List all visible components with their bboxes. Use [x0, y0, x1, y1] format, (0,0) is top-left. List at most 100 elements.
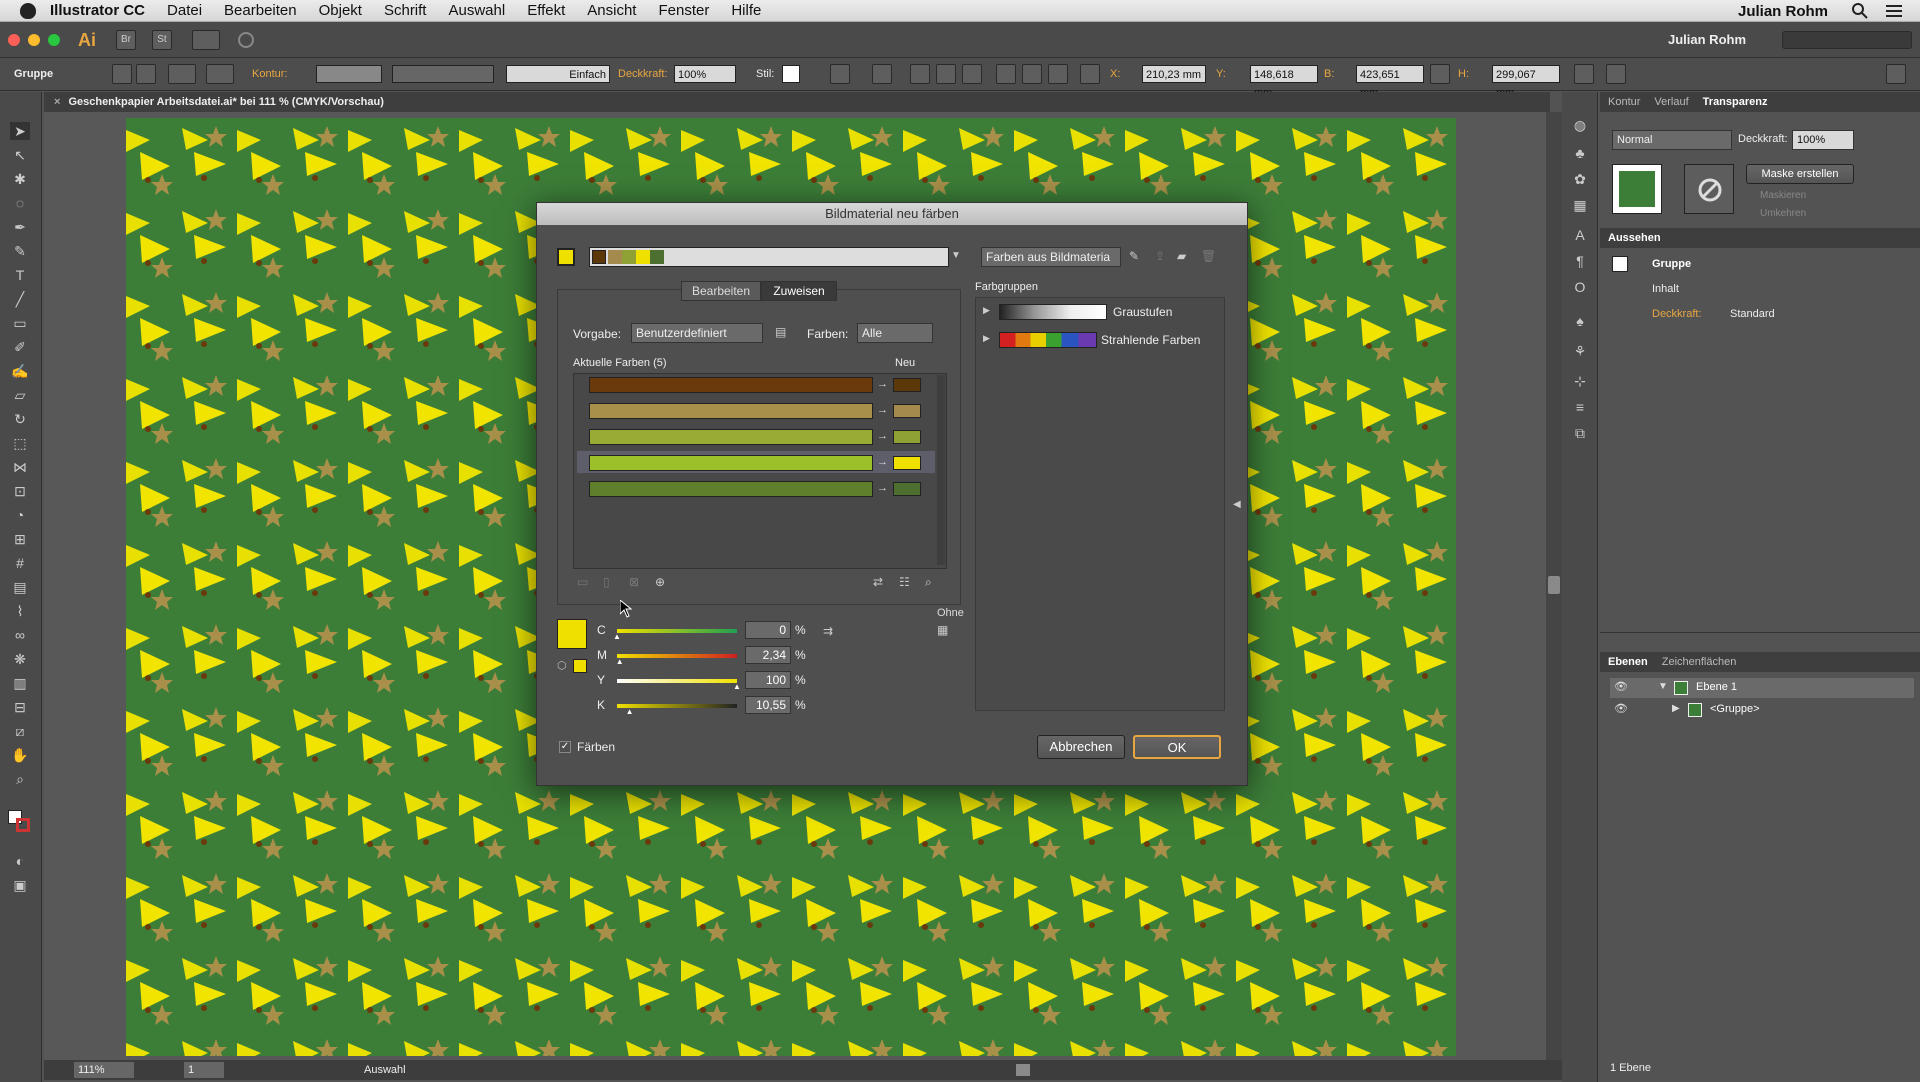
preset-options-icon[interactable]: ▤ [775, 325, 786, 339]
delete-icon[interactable]: 🗑 [1201, 249, 1216, 263]
globe-icon[interactable] [830, 64, 850, 84]
workspace-layout-button[interactable] [192, 30, 220, 50]
recolor-art-button[interactable] [136, 64, 156, 84]
reference-point-icon[interactable] [1080, 64, 1100, 84]
eraser-tool-icon[interactable]: ▱ [10, 386, 30, 404]
variable-width-select[interactable] [392, 65, 494, 83]
layer-expand-icon[interactable]: ▼ [1658, 681, 1668, 692]
scale-tool-icon[interactable]: ⬚ [10, 434, 30, 452]
symbols-panel-icon[interactable]: ✿ [1570, 170, 1590, 188]
zoom-tool-icon[interactable]: ⌕ [10, 770, 30, 788]
opentype-panel-icon[interactable]: O [1570, 278, 1590, 296]
make-mask-button[interactable]: Maske erstellen [1746, 164, 1854, 184]
fill-swatch[interactable] [168, 64, 196, 84]
colors-count-select[interactable]: Alle [857, 323, 933, 343]
arrange-icon[interactable] [1606, 64, 1626, 84]
tab-transparenz[interactable]: Transparenz [1703, 92, 1768, 112]
isolate-button[interactable] [112, 64, 132, 84]
new-color-swatch[interactable] [893, 482, 921, 496]
paintbrush-tool-icon[interactable]: ✐ [10, 338, 30, 356]
appearance-opacity-label[interactable]: Deckkraft: [1652, 308, 1702, 320]
vertical-scroll-thumb[interactable] [1548, 576, 1560, 594]
exclude-colors-icon[interactable]: ⊠ [629, 575, 639, 589]
menu-objekt[interactable]: Objekt [319, 2, 362, 19]
randomize-saturation-icon[interactable]: ☷ [899, 575, 910, 589]
new-group-folder-icon[interactable]: ▰ [1177, 249, 1186, 263]
horizontal-scroll-thumb[interactable] [1016, 1064, 1030, 1076]
character-panel-icon[interactable]: A [1570, 226, 1590, 244]
slider-thumb[interactable]: ▲ [616, 657, 624, 666]
blend-tool-icon[interactable]: ∞ [10, 626, 30, 644]
eyedropper-tool-icon[interactable]: ⌇ [10, 602, 30, 620]
rotate-tool-icon[interactable]: ↻ [10, 410, 30, 428]
stock-button[interactable]: St [152, 30, 172, 50]
menu-app[interactable]: Illustrator CC [50, 2, 145, 19]
hand-tool-icon[interactable]: ✋ [10, 746, 30, 764]
current-color-bar[interactable] [589, 455, 873, 471]
gpu-icon[interactable] [238, 32, 254, 48]
height-input[interactable]: 299,067 mm [1492, 65, 1560, 99]
symbol-sprayer-tool-icon[interactable]: ❋ [10, 650, 30, 668]
align-left-icon[interactable] [910, 64, 930, 84]
align-middle-icon[interactable] [1022, 64, 1042, 84]
apple-icon[interactable] [20, 2, 36, 19]
sublayer-expand-icon[interactable]: ▶ [1672, 703, 1680, 714]
blob-brush-tool-icon[interactable]: ✍ [10, 362, 30, 380]
expand-arrow-icon[interactable]: ▶ [983, 305, 990, 316]
artboard-tool-icon[interactable]: ⊟ [10, 698, 30, 716]
align-right-icon[interactable] [962, 64, 982, 84]
slider-thumb[interactable]: ▲ [733, 682, 741, 691]
list-icon[interactable] [1886, 4, 1902, 18]
tab-verlauf[interactable]: Verlauf [1654, 92, 1688, 112]
vertical-scrollbar[interactable] [1546, 112, 1562, 1060]
current-color-bar[interactable] [589, 403, 873, 419]
cmyk-value-input[interactable]: 0 [745, 621, 791, 639]
width-input[interactable]: 423,651 mm [1356, 65, 1424, 99]
status-tool[interactable]: Auswahl [364, 1060, 406, 1080]
artboard-number-select[interactable]: 1 [184, 1062, 224, 1078]
tab-kontur[interactable]: Kontur [1608, 92, 1640, 112]
find-color-icon[interactable]: ⌕ [925, 575, 932, 590]
stroke-color-icon[interactable] [16, 818, 30, 832]
cmyk-slider[interactable] [617, 654, 737, 658]
visibility-eye-icon[interactable]: 👁 [1614, 702, 1628, 715]
preset-select[interactable]: Benutzerdefiniert [631, 323, 763, 343]
title-user[interactable]: Julian Rohm [1668, 32, 1746, 47]
spotlight-icon[interactable] [1852, 3, 1868, 19]
direct-selection-tool-icon[interactable]: ↖ [10, 146, 30, 164]
sublayer-name[interactable]: <Gruppe> [1710, 703, 1760, 715]
align-top-icon[interactable] [996, 64, 1016, 84]
magic-wand-tool-icon[interactable]: ✱ [10, 170, 30, 188]
libraries-panel-icon[interactable]: ⚘ [1570, 342, 1590, 360]
screen-mode-icon[interactable]: ▣ [10, 876, 30, 894]
appearance-group[interactable]: Gruppe [1652, 258, 1691, 270]
out-of-gamut-swatch[interactable] [573, 659, 587, 673]
link-proportions-icon[interactable] [1430, 64, 1450, 84]
randomize-order-icon[interactable]: ⇄ [873, 575, 883, 589]
type-tool-icon[interactable]: T [10, 266, 30, 284]
save-group-icon[interactable]: ⇪ [1155, 249, 1165, 263]
tab-zeichenflaechen[interactable]: Zeichenflächen [1662, 652, 1737, 672]
menubar-user[interactable]: Julian Rohm [1738, 3, 1828, 20]
stroke-style-select[interactable]: Einfach [506, 65, 610, 83]
menu-datei[interactable]: Datei [167, 2, 202, 19]
colors-from-art-field[interactable]: Farben aus Bildmateria [981, 247, 1121, 267]
expand-arrow-icon[interactable]: ▶ [983, 333, 990, 344]
menu-bearbeiten[interactable]: Bearbeiten [224, 2, 297, 19]
x-input[interactable]: 210,23 mm [1142, 65, 1206, 83]
new-color-swatch[interactable] [893, 404, 921, 418]
bridge-button[interactable]: Br [116, 30, 136, 50]
group-graustufen[interactable]: ▶ Graustufen [977, 299, 1223, 325]
menu-hilfe[interactable]: Hilfe [731, 2, 761, 19]
column-graph-tool-icon[interactable]: ▥ [10, 674, 30, 692]
slice-tool-icon[interactable]: ⧄ [10, 722, 30, 740]
cmyk-value-input[interactable]: 100 [745, 671, 791, 689]
selection-tool-icon[interactable]: ➤ [10, 122, 30, 140]
harmony-colors-bar[interactable] [589, 247, 949, 267]
blend-mode-select[interactable]: Normal [1612, 130, 1732, 150]
color-panel-icon[interactable]: ◍ [1570, 116, 1590, 134]
graphic-styles-panel-icon[interactable]: ♠ [1570, 312, 1590, 330]
cmyk-slider[interactable] [617, 629, 737, 633]
merge-colors-icon[interactable]: ▭ [577, 575, 588, 589]
panel-opacity-input[interactable]: 100% [1792, 130, 1854, 150]
